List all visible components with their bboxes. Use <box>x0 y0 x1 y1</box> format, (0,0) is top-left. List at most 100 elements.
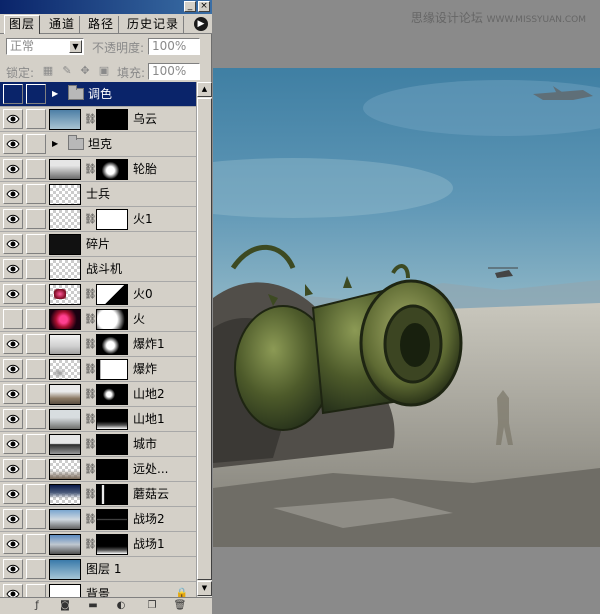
link-toggle[interactable] <box>26 509 46 529</box>
opacity-field[interactable]: 100% <box>148 38 200 55</box>
document-canvas[interactable] <box>213 68 600 547</box>
link-toggle[interactable] <box>26 209 46 229</box>
layer-row[interactable]: 背景 🔒 <box>0 582 196 597</box>
lock-transparency-icon[interactable]: ▦ <box>42 65 54 77</box>
chain-link-icon[interactable]: ⛓ <box>84 463 97 476</box>
link-toggle[interactable] <box>26 384 46 404</box>
chain-link-icon[interactable]: ⛓ <box>84 313 97 326</box>
chain-link-icon[interactable]: ⛓ <box>84 213 97 226</box>
visibility-toggle[interactable] <box>3 209 23 229</box>
layer-thumbnail[interactable] <box>49 559 81 580</box>
link-toggle[interactable] <box>26 134 46 154</box>
layer-mask-thumbnail[interactable] <box>96 409 128 430</box>
scroll-down-icon[interactable]: ▼ <box>197 581 212 596</box>
link-toggle[interactable] <box>26 184 46 204</box>
layer-row[interactable]: ▶ 坦克 <box>0 132 196 157</box>
link-toggle[interactable] <box>26 309 46 329</box>
tab-history[interactable]: 历史记录 <box>123 16 185 33</box>
layer-mask-thumbnail[interactable] <box>96 484 128 505</box>
chain-link-icon[interactable]: ⛓ <box>84 388 97 401</box>
layer-thumbnail[interactable] <box>49 584 81 597</box>
layer-mask-thumbnail[interactable] <box>96 159 128 180</box>
panel-menu-icon[interactable]: ▶ <box>194 17 208 31</box>
chain-link-icon[interactable]: ⛓ <box>84 113 97 126</box>
chain-link-icon[interactable]: ⛓ <box>84 438 97 451</box>
layer-row[interactable]: ⛓ 山地2 <box>0 382 196 407</box>
layer-thumbnail[interactable] <box>49 184 81 205</box>
layer-row[interactable]: 士兵 <box>0 182 196 207</box>
visibility-toggle[interactable] <box>3 359 23 379</box>
chain-link-icon[interactable]: ⛓ <box>84 538 97 551</box>
layer-row[interactable]: ⛓ 蘑菇云 <box>0 482 196 507</box>
chain-link-icon[interactable]: ⛓ <box>84 488 97 501</box>
lock-all-icon[interactable]: ▣ <box>98 65 110 77</box>
layer-style-icon[interactable]: ƒ <box>30 599 44 613</box>
tab-paths[interactable]: 路径 <box>84 16 120 33</box>
layer-mask-thumbnail[interactable] <box>96 509 128 530</box>
link-toggle[interactable] <box>26 334 46 354</box>
visibility-toggle[interactable] <box>3 134 23 154</box>
visibility-toggle[interactable] <box>3 434 23 454</box>
fill-field[interactable]: 100% <box>148 63 200 80</box>
layer-mask-thumbnail[interactable] <box>96 434 128 455</box>
trash-icon[interactable]: 🗑 <box>173 599 187 613</box>
tab-channels[interactable]: 通道 <box>45 16 81 33</box>
layer-thumbnail[interactable] <box>49 434 81 455</box>
visibility-toggle[interactable] <box>3 484 23 504</box>
minimize-icon[interactable]: _ <box>184 1 196 12</box>
visibility-toggle[interactable] <box>3 334 23 354</box>
link-toggle[interactable] <box>26 409 46 429</box>
layer-mask-thumbnail[interactable] <box>96 209 128 230</box>
layer-mask-thumbnail[interactable] <box>96 359 128 380</box>
link-toggle[interactable] <box>26 259 46 279</box>
visibility-toggle[interactable] <box>3 459 23 479</box>
layer-mask-thumbnail[interactable] <box>96 459 128 480</box>
visibility-toggle[interactable] <box>3 309 23 329</box>
layer-mask-thumbnail[interactable] <box>96 334 128 355</box>
link-toggle[interactable] <box>26 159 46 179</box>
layer-thumbnail[interactable] <box>49 359 81 380</box>
visibility-toggle[interactable] <box>3 84 23 104</box>
chain-link-icon[interactable]: ⛓ <box>84 513 97 526</box>
chain-link-icon[interactable]: ⛓ <box>84 413 97 426</box>
layer-row[interactable]: 战斗机 <box>0 257 196 282</box>
layer-thumbnail[interactable] <box>49 159 81 180</box>
layer-thumbnail[interactable] <box>49 384 81 405</box>
layer-thumbnail[interactable] <box>49 259 81 280</box>
layer-mask-thumbnail[interactable] <box>96 534 128 555</box>
layer-row[interactable]: ⛓ 爆炸1 <box>0 332 196 357</box>
new-group-icon[interactable]: ▬ <box>86 599 100 613</box>
link-toggle[interactable] <box>26 534 46 554</box>
layer-mask-thumbnail[interactable] <box>96 384 128 405</box>
layer-row[interactable]: ⛓ 战场2 <box>0 507 196 532</box>
visibility-toggle[interactable] <box>3 184 23 204</box>
visibility-toggle[interactable] <box>3 534 23 554</box>
layer-thumbnail[interactable] <box>49 109 81 130</box>
layer-thumbnail[interactable] <box>49 234 81 255</box>
chain-link-icon[interactable]: ⛓ <box>84 288 97 301</box>
add-mask-icon[interactable]: ◙ <box>58 599 72 613</box>
link-toggle[interactable] <box>26 234 46 254</box>
lock-move-icon[interactable]: ✥ <box>79 65 91 77</box>
layer-row[interactable]: ▶ 调色 <box>0 82 196 107</box>
layer-thumbnail[interactable] <box>49 484 81 505</box>
layer-row[interactable]: ⛓ 火 <box>0 307 196 332</box>
visibility-toggle[interactable] <box>3 584 23 597</box>
layer-thumbnail[interactable] <box>49 509 81 530</box>
layer-row[interactable]: ⛓ 火1 <box>0 207 196 232</box>
visibility-toggle[interactable] <box>3 559 23 579</box>
chain-link-icon[interactable]: ⛓ <box>84 363 97 376</box>
scroll-up-icon[interactable]: ▲ <box>197 82 212 97</box>
layer-thumbnail[interactable] <box>49 459 81 480</box>
link-toggle[interactable] <box>26 484 46 504</box>
visibility-toggle[interactable] <box>3 509 23 529</box>
expand-triangle-icon[interactable]: ▶ <box>52 89 58 98</box>
layer-row[interactable]: ⛓ 战场1 <box>0 532 196 557</box>
scroll-thumb[interactable] <box>197 98 212 580</box>
layer-thumbnail[interactable] <box>49 409 81 430</box>
visibility-toggle[interactable] <box>3 109 23 129</box>
link-toggle[interactable] <box>26 109 46 129</box>
blend-mode-select[interactable]: 正常 ▼ <box>6 38 84 55</box>
layer-thumbnail[interactable] <box>49 284 81 305</box>
link-toggle[interactable] <box>26 459 46 479</box>
